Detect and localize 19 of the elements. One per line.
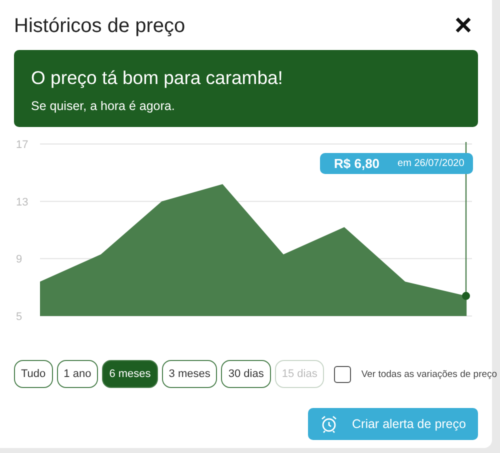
checkbox-label: Ver todas as variações de preço bbox=[361, 368, 498, 380]
axis-tick-label: 9 bbox=[16, 254, 22, 266]
tooltip-date: em 26/07/2020 bbox=[398, 158, 464, 169]
close-button[interactable]: × bbox=[448, 14, 478, 38]
period-filter[interactable]: 1 ano bbox=[56, 360, 98, 388]
banner-subtext: Se quiser, a hora é agora. bbox=[31, 99, 176, 113]
checkbox[interactable] bbox=[334, 366, 352, 382]
banner-headline: O preço tá bom para caramba! bbox=[31, 67, 284, 89]
axis-tick-label: 13 bbox=[16, 196, 28, 208]
period-filter[interactable]: 6 meses bbox=[102, 360, 158, 388]
axis-tick-label: 5 bbox=[16, 311, 22, 323]
period-filter[interactable]: Tudo bbox=[14, 360, 53, 388]
period-filter[interactable]: 30 dias bbox=[221, 360, 271, 388]
dialog-title: Históricos de preço bbox=[14, 14, 186, 38]
period-filter[interactable]: 3 meses bbox=[162, 360, 218, 388]
axis-tick-label: 17 bbox=[16, 140, 28, 151]
alarm-clock-icon bbox=[320, 415, 338, 433]
price-point bbox=[462, 292, 470, 300]
tooltip-price: R$ 6,80 bbox=[334, 156, 380, 171]
